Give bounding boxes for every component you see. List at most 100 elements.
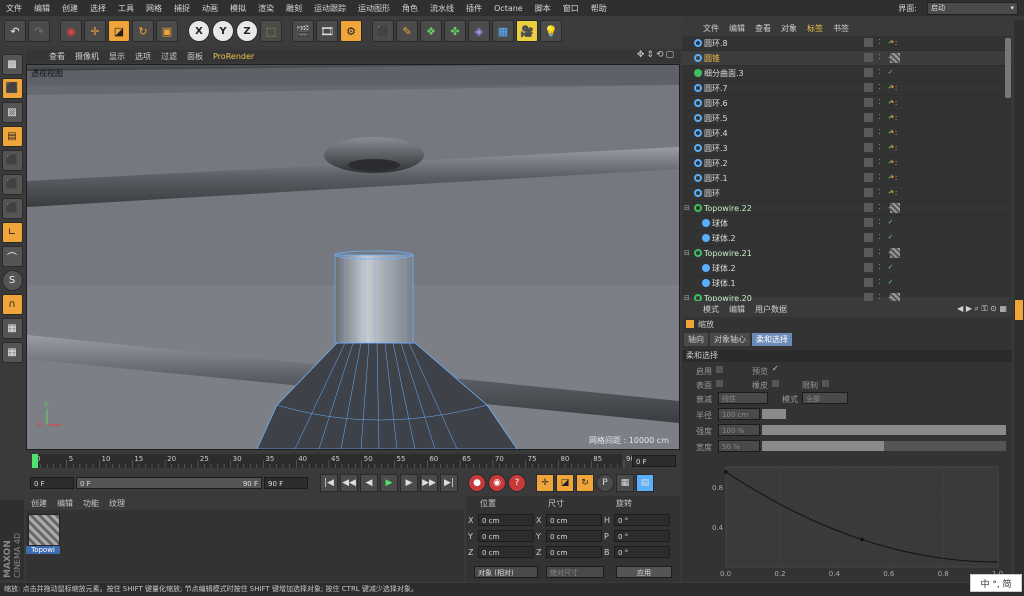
radius-field[interactable]: 100 cm [718,408,760,420]
y-axis-icon[interactable]: Y [212,20,234,42]
deformer-icon[interactable]: ◈ [468,20,490,42]
phong-tag-icon[interactable]: •: [890,98,914,108]
editor-visibility-icon[interactable]: ⁚ [875,263,884,272]
key-position-icon[interactable]: ✛ [536,474,554,492]
apply-button[interactable]: 应用 [616,566,672,578]
enabled-check-icon[interactable]: ✓ [886,278,895,287]
collapse-icon[interactable]: ⊟ [684,204,690,212]
mode-select[interactable]: 全部 [802,392,848,404]
viewport-menu-item-1[interactable]: 摄像机 [70,51,104,62]
layer-icon[interactable] [864,233,873,242]
model-mode-icon[interactable]: ⬛ [1,78,23,99]
viewport-menu-item-6[interactable]: ProRender [208,52,259,61]
object-row[interactable]: 圆环.6 ⁚ ✓ •: [682,96,1012,111]
object-row[interactable]: 圆环.1 ⁚ ✓ •: [682,171,1012,186]
width-field[interactable]: 50 % [718,440,760,452]
phong-tag-icon[interactable]: •: [890,113,914,123]
attribute-menu-item-0[interactable]: 模式 [698,304,724,315]
coord-value-field[interactable]: 0 cm [478,514,534,526]
light-icon[interactable]: 💡 [540,20,562,42]
object-row[interactable]: 圆锥⁚✓ [682,51,1012,66]
object-name[interactable]: 圆环.1 [704,173,728,184]
object-row[interactable]: 球体.1 ⁚ ✓ [682,276,1012,291]
frame-range-slider[interactable]: 0 F 90 F [76,477,262,489]
menu-item-5[interactable]: 网格 [140,3,168,14]
object-name[interactable]: Topowire.21 [704,249,752,258]
menu-item-4[interactable]: 工具 [112,3,140,14]
attribute-tab-1[interactable]: 对象轴心 [710,333,750,346]
coord-value-field[interactable]: 0 ° [614,514,670,526]
viewport-menu-item-3[interactable]: 选项 [130,51,156,62]
timeline-ruler[interactable]: 0 5 10 15 20 25 30 35 40 45 50 55 60 65 70 75 80 85 90 [26,452,680,470]
current-frame-field[interactable]: 0 F [632,455,676,467]
object-name[interactable]: 圆环 [704,188,720,199]
material-tag-icon[interactable] [890,248,900,258]
coord-value-field[interactable]: 0 cm [478,546,534,558]
viewport-menu-item-2[interactable]: 显示 [104,51,130,62]
layer-icon[interactable] [864,188,873,197]
locked-workplane-icon[interactable]: ▦ [1,318,23,339]
object-row[interactable]: 细分曲面.3 ⁚ ✓ [682,66,1012,81]
grid-workplane-icon[interactable]: ▦ [1,342,23,363]
layer-icon[interactable] [864,128,873,137]
material-tag-icon[interactable] [890,203,900,213]
coord-value-field[interactable]: 0 cm [546,546,602,558]
editor-visibility-icon[interactable]: ⁚ [875,278,884,287]
size-mode-select[interactable]: 绝对尺寸 [546,566,604,578]
make-editable-icon[interactable]: ▩ [1,54,23,75]
radius-slider[interactable] [762,409,786,419]
redo-icon[interactable]: ↷ [28,20,50,42]
layer-icon[interactable] [864,98,873,107]
camera-icon[interactable]: 🎥 [516,20,538,42]
coord-value-field[interactable]: 0 ° [614,530,670,542]
cube-icon[interactable]: ⬛ [372,20,394,42]
undo-icon[interactable]: ↶ [4,20,26,42]
object-row[interactable]: 圆环.2 ⁚ ✓ •: [682,156,1012,171]
enabled-check-icon[interactable]: ✓ [886,263,895,272]
editor-visibility-icon[interactable]: ⁚ [875,173,884,182]
keyframe-selection-icon[interactable]: ? [508,474,526,492]
menu-item-17[interactable]: 脚本 [529,3,557,14]
object-row[interactable]: 球体.2 ⁚ ✓ [682,231,1012,246]
editor-visibility-icon[interactable]: ⁚ [875,143,884,152]
falloff-curve-graph[interactable]: 0.00.20.40.60.81.00.80.4 [682,459,1012,581]
visibility-flags[interactable]: ⁚✓ [864,68,895,77]
move-icon[interactable]: ✛ [84,20,106,42]
menu-item-6[interactable]: 捕捉 [168,3,196,14]
coord-value-field[interactable]: 0 ° [614,546,670,558]
material-name[interactable]: Topowi [26,546,60,554]
editor-visibility-icon[interactable]: ⁚ [875,113,884,122]
coordinate-system-icon[interactable]: ⬚ [260,20,282,42]
object-scrollbar[interactable] [1005,38,1011,98]
layout-select[interactable]: 启动 [927,1,1018,15]
object-row[interactable]: 球体 ⁚ ✓ [682,216,1012,231]
previous-frame-icon[interactable]: ◀ [360,474,378,492]
layer-icon[interactable] [864,68,873,77]
enabled-check-icon[interactable]: ✓ [886,68,895,77]
menu-item-13[interactable]: 角色 [396,3,424,14]
attribute-tab-0[interactable]: 轴向 [684,333,708,346]
object-row[interactable]: 圆环.3 ⁚ ✓ •: [682,141,1012,156]
menu-item-3[interactable]: 选择 [84,3,112,14]
editor-visibility-icon[interactable]: ⁚ [875,218,884,227]
render-picture-viewer-icon[interactable]: 🎞 [316,20,338,42]
menu-item-2[interactable]: 创建 [56,3,84,14]
menu-item-0[interactable]: 文件 [0,3,28,14]
menu-item-12[interactable]: 运动图形 [352,3,396,14]
key-parameter-icon[interactable]: P [596,474,614,492]
previous-key-icon[interactable]: ◀◀ [340,474,358,492]
timeline[interactable]: 0 5 10 15 20 25 30 35 40 45 50 55 60 65 70 75 80 85 90 0 F [26,452,680,470]
editor-visibility-icon[interactable]: ⁚ [875,248,884,257]
object-row[interactable]: 圆环.7 ⁚ ✓ •: [682,81,1012,96]
object-row[interactable]: 球体.2 ⁚ ✓ [682,261,1012,276]
visibility-flags[interactable]: ⁚✓ [864,218,895,227]
object-name[interactable]: Topowire.22 [704,204,752,213]
menu-item-9[interactable]: 渲染 [252,3,280,14]
next-key-icon[interactable]: ▶▶ [420,474,438,492]
rubber-checkbox[interactable] [772,380,779,387]
attribute-menu-item-1[interactable]: 编辑 [724,304,750,315]
axis-mode-icon[interactable]: ∟ [1,222,23,243]
object-row[interactable]: 圆环.5 ⁚ ✓ •: [682,111,1012,126]
go-to-end-icon[interactable]: ▶| [440,474,458,492]
x-axis-icon[interactable]: X [188,20,210,42]
